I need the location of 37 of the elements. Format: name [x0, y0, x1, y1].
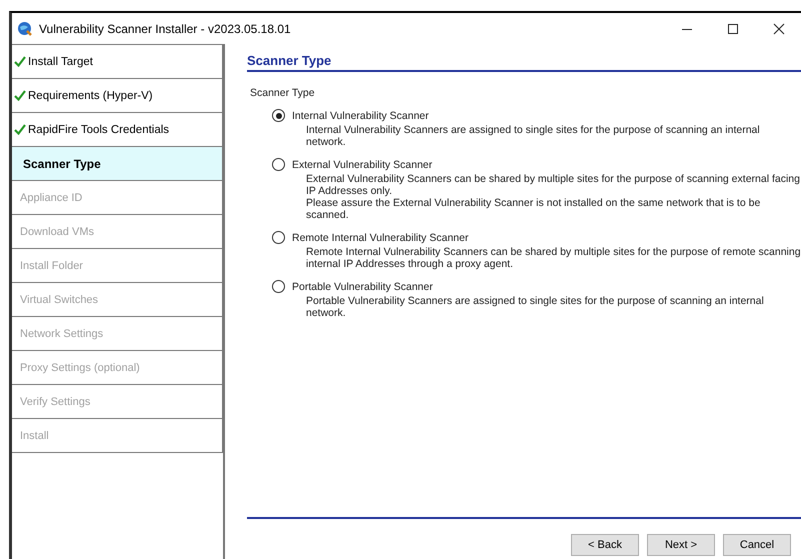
wizard-step[interactable]: Scanner Type [12, 147, 223, 181]
step-label: Scanner Type [22, 156, 101, 170]
option-label: Remote Internal Vulnerability Scanner [292, 232, 468, 244]
step-label: Appliance ID [19, 192, 82, 204]
wizard-button[interactable]: < Back [571, 534, 639, 556]
radio-button[interactable] [272, 280, 285, 293]
option-label: Portable Vulnerability Scanner [292, 280, 433, 292]
step-label: Install Folder [19, 260, 83, 272]
wizard-step[interactable]: Install Target [12, 44, 223, 79]
option-description: Internal Vulnerability Scanners are assigned to single sites for the purpose of scanning an internal network. [306, 124, 761, 148]
step-label: Virtual Switches [19, 294, 98, 306]
step-label: RapidFire Tools Credentials [28, 124, 170, 136]
step-label: Network Settings [19, 328, 104, 340]
step-label: Download VMs [19, 226, 94, 238]
radio-button[interactable] [272, 158, 285, 171]
radio-button[interactable] [272, 109, 285, 122]
step-label: Verify Settings [19, 396, 90, 408]
step-label: Install [19, 430, 49, 442]
wizard-step[interactable]: RapidFire Tools Credentials [12, 113, 223, 147]
option-label: External Vulnerability Scanner [292, 158, 432, 170]
option-description: External Vulnerability Scanners can be shared by multiple sites for the purpose of scanning external facing IP Addresses only. Please assure the External Vulnerability Scanner is not installed on the same network that is to be scanned. [306, 173, 801, 221]
window-title: Vulnerability Scanner Installer - v2023.05.18.01 [39, 22, 292, 36]
wizard-button[interactable]: Next > [647, 534, 715, 556]
page-heading: Scanner Type [247, 53, 801, 72]
group-label: Scanner Type [250, 87, 316, 99]
step-label: Requirements (Hyper-V) [28, 90, 153, 102]
maximize-icon[interactable] [727, 22, 739, 34]
step-label: Proxy Settings (optional) [19, 362, 140, 374]
wizard-step[interactable]: Requirements (Hyper-V) [12, 79, 223, 113]
globe-icon [17, 20, 33, 36]
wizard-button[interactable]: Cancel [723, 534, 791, 556]
option-label: Internal Vulnerability Scanner [292, 110, 429, 122]
step-label: Install Target [28, 56, 93, 68]
radio-button[interactable] [272, 231, 285, 244]
option-description: Remote Internal Vulnerability Scanners can be shared by multiple sites for the purpose of remote scanning internal IP Addresses through a proxy agent. [306, 246, 801, 270]
close-icon[interactable] [773, 22, 785, 34]
option-description: Portable Vulnerability Scanners are assigned to single sites for the purpose of scanning an internal network. [306, 295, 765, 319]
